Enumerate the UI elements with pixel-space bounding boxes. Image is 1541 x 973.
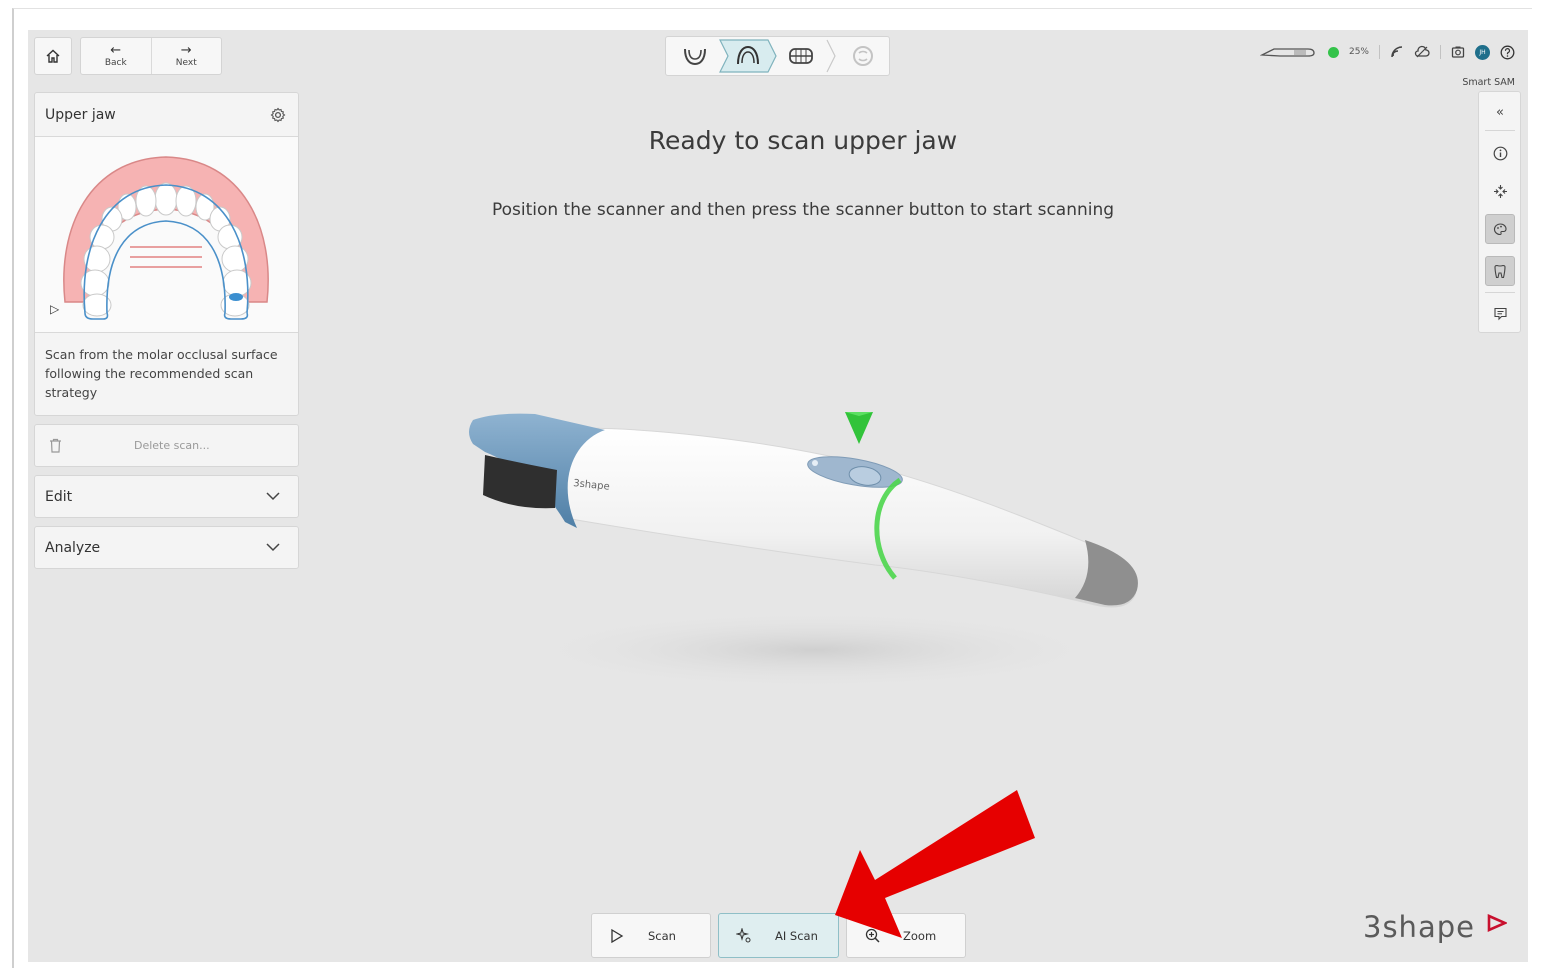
annotation-red-arrow [835,790,1035,938]
